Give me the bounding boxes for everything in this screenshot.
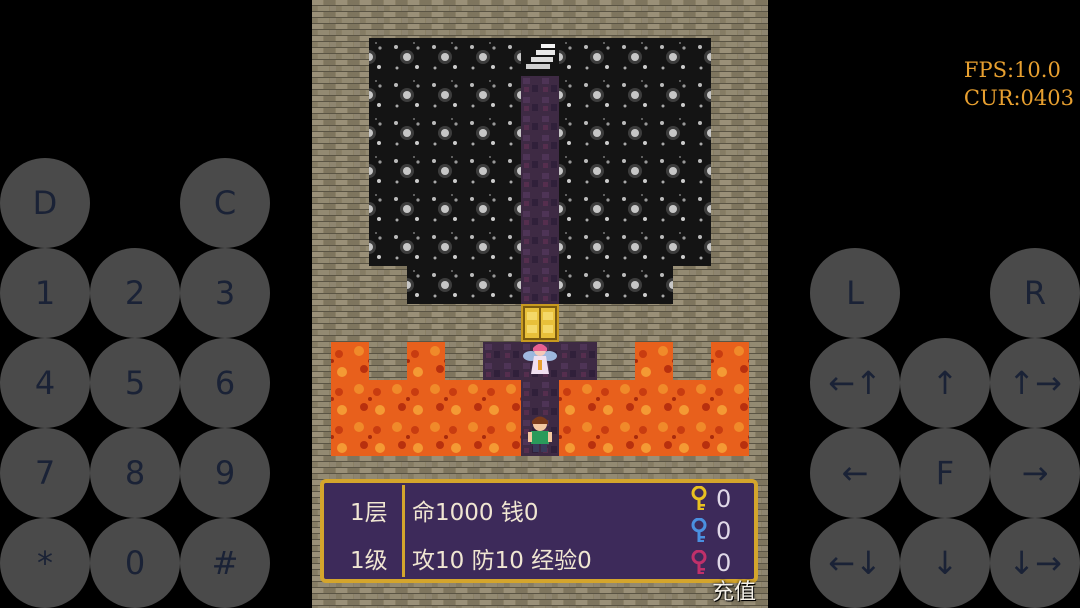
up-left-button[interactable]: ←↑ — [810, 338, 900, 428]
right-button[interactable]: → — [990, 428, 1080, 518]
fps-readout: FPS:10.0 — [963, 58, 1061, 82]
up-button[interactable]: ↑ — [900, 338, 990, 428]
cursor-readout: CUR:0403 — [963, 86, 1074, 110]
num-1-button[interactable]: 1 — [0, 248, 90, 338]
num-7-button[interactable]: 7 — [0, 428, 90, 518]
d-button[interactable]: D — [0, 158, 90, 248]
yellow-door-icon — [521, 304, 559, 342]
num-3-button[interactable]: 3 — [180, 248, 270, 338]
up-right-button[interactable]: ↑→ — [990, 338, 1080, 428]
num-4-button[interactable]: 4 — [0, 338, 90, 428]
f-button[interactable]: F — [900, 428, 990, 518]
num-0-button[interactable]: 0 — [90, 518, 180, 608]
num-6-button[interactable]: 6 — [180, 338, 270, 428]
star-button[interactable]: * — [0, 518, 90, 608]
upstairs-icon — [521, 38, 559, 76]
debug-overlay: FPS:10.0 CUR:0403 — [964, 56, 1074, 112]
life-money-label: 命1000 钱0 — [412, 500, 539, 526]
l-button[interactable]: L — [810, 248, 900, 338]
num-2-button[interactable]: 2 — [90, 248, 180, 338]
yellow-key-icon — [691, 486, 707, 510]
yellow-key-count-value: 0 — [716, 485, 732, 513]
down-right-button[interactable]: ↓→ — [990, 518, 1080, 608]
num-5-button[interactable]: 5 — [90, 338, 180, 428]
left-button[interactable]: ← — [810, 428, 900, 518]
blue-key-count-value: 0 — [716, 517, 732, 545]
down-button[interactable]: ↓ — [900, 518, 990, 608]
yellow-key-count: 0 — [690, 485, 731, 513]
num-8-button[interactable]: 8 — [90, 428, 180, 518]
recharge-button[interactable]: 充值 — [712, 574, 756, 606]
red-key-icon — [691, 550, 707, 574]
blue-key-icon — [691, 518, 707, 542]
status-panel: 1层 1级 命1000 钱0 攻10 防10 经验0 0 0 0 — [320, 479, 758, 583]
down-left-button[interactable]: ←↓ — [810, 518, 900, 608]
hash-button[interactable]: # — [180, 518, 270, 608]
blue-key-count: 0 — [690, 517, 731, 545]
r-button[interactable]: R — [990, 248, 1080, 338]
level-label: 1级 — [350, 548, 388, 574]
panel-divider — [402, 485, 405, 577]
purple-path — [521, 76, 559, 304]
red-key-count-value: 0 — [716, 549, 732, 577]
c-button[interactable]: C — [180, 158, 270, 248]
floor-label: 1层 — [350, 500, 388, 526]
red-key-count: 0 — [690, 549, 731, 577]
num-9-button[interactable]: 9 — [180, 428, 270, 518]
stats-label: 攻10 防10 经验0 — [412, 548, 592, 574]
